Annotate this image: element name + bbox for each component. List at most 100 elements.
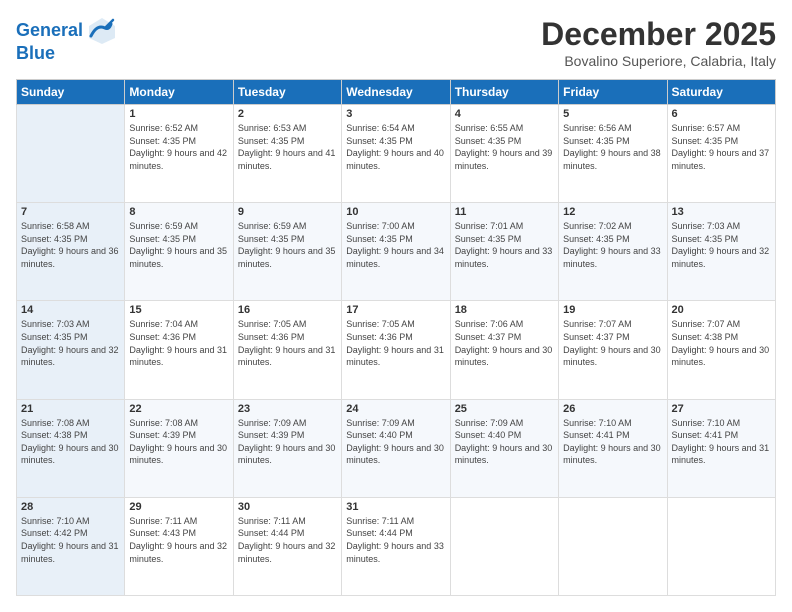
col-header-thursday: Thursday	[450, 80, 558, 105]
day-info: Sunrise: 7:07 AMSunset: 4:38 PMDaylight:…	[672, 318, 771, 368]
day-info: Sunrise: 7:11 AMSunset: 4:43 PMDaylight:…	[129, 515, 228, 565]
calendar-page: General Blue December 2025 Bovalino Supe…	[0, 0, 792, 612]
calendar-cell: 29 Sunrise: 7:11 AMSunset: 4:43 PMDayligh…	[125, 497, 233, 595]
day-info: Sunrise: 7:11 AMSunset: 4:44 PMDaylight:…	[238, 515, 337, 565]
day-number: 7	[21, 206, 120, 218]
day-info: Sunrise: 7:06 AMSunset: 4:37 PMDaylight:…	[455, 318, 554, 368]
day-number: 8	[129, 206, 228, 218]
calendar-cell: 2 Sunrise: 6:53 AMSunset: 4:35 PMDaylight…	[233, 105, 341, 203]
calendar-cell: 25 Sunrise: 7:09 AMSunset: 4:40 PMDayligh…	[450, 399, 558, 497]
title-section: December 2025 Bovalino Superiore, Calabr…	[541, 16, 776, 69]
day-number: 25	[455, 403, 554, 415]
calendar-cell: 23Sunrise: 7:09 AMSunset: 4:39 PMDayligh…	[233, 399, 341, 497]
calendar-cell: 16 Sunrise: 7:05 AMSunset: 4:36 PMDayligh…	[233, 301, 341, 399]
day-number: 18	[455, 304, 554, 316]
calendar-cell: 9 Sunrise: 6:59 AMSunset: 4:35 PMDaylight…	[233, 203, 341, 301]
day-info: Sunrise: 6:56 AMSunset: 4:35 PMDaylight:…	[563, 122, 662, 172]
day-number: 20	[672, 304, 771, 316]
calendar-cell: 28 Sunrise: 7:10 AMSunset: 4:42 PMDayligh…	[17, 497, 125, 595]
calendar-cell: 27Sunrise: 7:10 AMSunset: 4:41 PMDayligh…	[667, 399, 775, 497]
calendar-cell: 24Sunrise: 7:09 AMSunset: 4:40 PMDayligh…	[342, 399, 450, 497]
logo-blue: Blue	[16, 44, 117, 62]
day-info: Sunrise: 7:09 AMSunset: 4:40 PMDaylight:…	[455, 417, 554, 467]
day-number: 29	[129, 501, 228, 513]
calendar-cell: 13 Sunrise: 7:03 AMSunset: 4:35 PMDayligh…	[667, 203, 775, 301]
col-header-saturday: Saturday	[667, 80, 775, 105]
day-info: Sunrise: 7:05 AMSunset: 4:36 PMDaylight:…	[238, 318, 337, 368]
day-info: Sunrise: 7:07 AMSunset: 4:37 PMDaylight:…	[563, 318, 662, 368]
calendar-cell	[17, 105, 125, 203]
calendar-cell: 21 Sunrise: 7:08 AMSunset: 4:38 PMDayligh…	[17, 399, 125, 497]
day-number: 30	[238, 501, 337, 513]
col-header-monday: Monday	[125, 80, 233, 105]
day-info: Sunrise: 7:02 AMSunset: 4:35 PMDaylight:…	[563, 220, 662, 270]
day-number: 1	[129, 108, 228, 120]
week-row-4: 28 Sunrise: 7:10 AMSunset: 4:42 PMDayligh…	[17, 497, 776, 595]
day-info: Sunrise: 7:01 AMSunset: 4:35 PMDaylight:…	[455, 220, 554, 270]
day-info: Sunrise: 6:53 AMSunset: 4:35 PMDaylight:…	[238, 122, 337, 172]
calendar-cell: 1 Sunrise: 6:52 AMSunset: 4:35 PMDaylight…	[125, 105, 233, 203]
logo-general: General	[16, 20, 83, 40]
calendar-cell	[450, 497, 558, 595]
calendar-cell	[559, 497, 667, 595]
day-number: 26	[563, 403, 662, 415]
calendar-cell: 20 Sunrise: 7:07 AMSunset: 4:38 PMDayligh…	[667, 301, 775, 399]
day-info: Sunrise: 6:59 AMSunset: 4:35 PMDaylight:…	[238, 220, 337, 270]
week-row-1: 7 Sunrise: 6:58 AMSunset: 4:35 PMDaylight…	[17, 203, 776, 301]
day-info: Sunrise: 7:03 AMSunset: 4:35 PMDaylight:…	[21, 318, 120, 368]
calendar-cell: 31 Sunrise: 7:11 AMSunset: 4:44 PMDayligh…	[342, 497, 450, 595]
day-info: Sunrise: 7:08 AMSunset: 4:38 PMDaylight:…	[21, 417, 120, 467]
day-number: 13	[672, 206, 771, 218]
week-row-0: 1 Sunrise: 6:52 AMSunset: 4:35 PMDaylight…	[17, 105, 776, 203]
day-info: Sunrise: 7:11 AMSunset: 4:44 PMDaylight:…	[346, 515, 445, 565]
day-number: 27	[672, 403, 771, 415]
day-info: Sunrise: 7:10 AMSunset: 4:42 PMDaylight:…	[21, 515, 120, 565]
day-info: Sunrise: 7:00 AMSunset: 4:35 PMDaylight:…	[346, 220, 445, 270]
calendar-cell: 26 Sunrise: 7:10 AMSunset: 4:41 PMDayligh…	[559, 399, 667, 497]
day-number: 19	[563, 304, 662, 316]
day-number: 2	[238, 108, 337, 120]
calendar-cell: 17Sunrise: 7:05 AMSunset: 4:36 PMDayligh…	[342, 301, 450, 399]
day-info: Sunrise: 6:59 AMSunset: 4:35 PMDaylight:…	[129, 220, 228, 270]
calendar-cell: 12 Sunrise: 7:02 AMSunset: 4:35 PMDayligh…	[559, 203, 667, 301]
day-number: 4	[455, 108, 554, 120]
calendar-cell: 6 Sunrise: 6:57 AMSunset: 4:35 PMDaylight…	[667, 105, 775, 203]
day-number: 15	[129, 304, 228, 316]
day-number: 21	[21, 403, 120, 415]
location: Bovalino Superiore, Calabria, Italy	[541, 53, 776, 69]
calendar-cell: 4Sunrise: 6:55 AMSunset: 4:35 PMDaylight…	[450, 105, 558, 203]
day-number: 23	[238, 403, 337, 415]
calendar-cell: 7 Sunrise: 6:58 AMSunset: 4:35 PMDaylight…	[17, 203, 125, 301]
calendar-cell	[667, 497, 775, 595]
logo-icon	[87, 16, 117, 46]
calendar-cell: 30 Sunrise: 7:11 AMSunset: 4:44 PMDayligh…	[233, 497, 341, 595]
day-number: 28	[21, 501, 120, 513]
day-number: 3	[346, 108, 445, 120]
day-info: Sunrise: 6:54 AMSunset: 4:35 PMDaylight:…	[346, 122, 445, 172]
day-number: 10	[346, 206, 445, 218]
logo: General Blue	[16, 16, 117, 62]
calendar-table: SundayMondayTuesdayWednesdayThursdayFrid…	[16, 79, 776, 596]
day-number: 16	[238, 304, 337, 316]
week-row-3: 21 Sunrise: 7:08 AMSunset: 4:38 PMDayligh…	[17, 399, 776, 497]
day-number: 11	[455, 206, 554, 218]
col-header-tuesday: Tuesday	[233, 80, 341, 105]
day-info: Sunrise: 7:08 AMSunset: 4:39 PMDaylight:…	[129, 417, 228, 467]
col-header-sunday: Sunday	[17, 80, 125, 105]
day-number: 5	[563, 108, 662, 120]
day-number: 9	[238, 206, 337, 218]
day-number: 6	[672, 108, 771, 120]
day-number: 22	[129, 403, 228, 415]
day-info: Sunrise: 7:03 AMSunset: 4:35 PMDaylight:…	[672, 220, 771, 270]
day-info: Sunrise: 7:05 AMSunset: 4:36 PMDaylight:…	[346, 318, 445, 368]
day-number: 12	[563, 206, 662, 218]
calendar-cell: 10 Sunrise: 7:00 AMSunset: 4:35 PMDayligh…	[342, 203, 450, 301]
day-info: Sunrise: 7:10 AMSunset: 4:41 PMDaylight:…	[563, 417, 662, 467]
day-number: 14	[21, 304, 120, 316]
calendar-cell: 8 Sunrise: 6:59 AMSunset: 4:35 PMDaylight…	[125, 203, 233, 301]
day-number: 31	[346, 501, 445, 513]
day-info: Sunrise: 6:57 AMSunset: 4:35 PMDaylight:…	[672, 122, 771, 172]
calendar-cell: 14 Sunrise: 7:03 AMSunset: 4:35 PMDayligh…	[17, 301, 125, 399]
day-info: Sunrise: 6:58 AMSunset: 4:35 PMDaylight:…	[21, 220, 120, 270]
day-info: Sunrise: 6:52 AMSunset: 4:35 PMDaylight:…	[129, 122, 228, 172]
